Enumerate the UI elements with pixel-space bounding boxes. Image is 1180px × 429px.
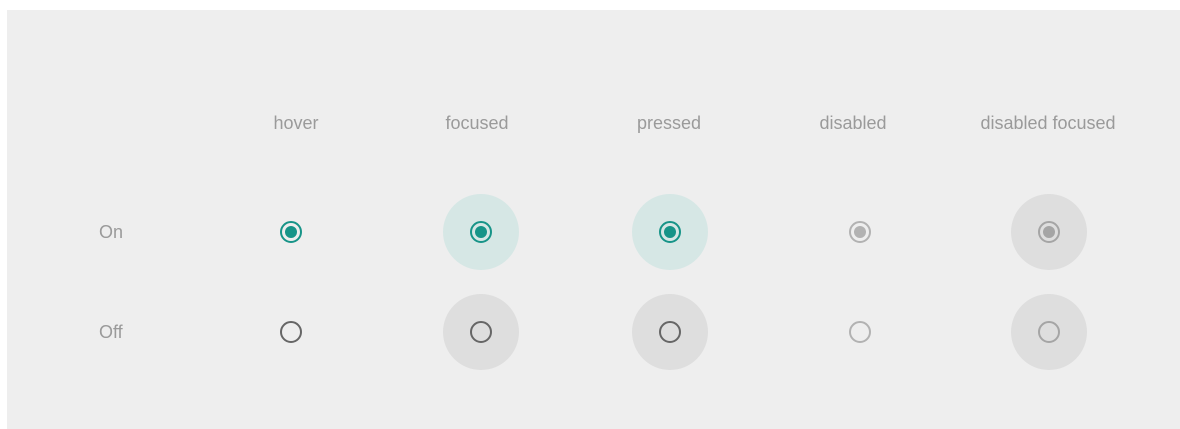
row-label-off: Off [99, 322, 123, 342]
row-label-on: On [99, 222, 124, 242]
radio-on-disabled [849, 221, 871, 243]
radio-on-hover[interactable] [280, 221, 302, 243]
column-header-focused: focused [445, 113, 509, 133]
radio-off-pressed[interactable] [659, 321, 681, 343]
radio-cell-on-focused [443, 194, 519, 270]
radio-cell-on-hover [253, 194, 329, 270]
radio-dot [664, 326, 676, 338]
radio-dot [1043, 226, 1055, 238]
radio-dot [854, 326, 866, 338]
radio-dot [285, 226, 297, 238]
radio-dot [664, 226, 676, 238]
radio-on-disabled-focused [1038, 221, 1060, 243]
radio-cell-on-pressed [632, 194, 708, 270]
radio-dot [475, 326, 487, 338]
column-header-pressed: pressed [636, 113, 702, 133]
column-header-disabled-focused: disabled focused [980, 113, 1116, 133]
radio-states-panel: hover focused pressed disabled disabled … [7, 10, 1180, 429]
radio-dot [854, 226, 866, 238]
radio-off-disabled [849, 321, 871, 343]
column-header-hover: hover [273, 113, 319, 133]
radio-dot [1043, 326, 1055, 338]
radio-on-pressed[interactable] [659, 221, 681, 243]
radio-cell-off-hover [253, 294, 329, 370]
radio-dot [285, 326, 297, 338]
radio-off-focused[interactable] [470, 321, 492, 343]
radio-off-hover[interactable] [280, 321, 302, 343]
radio-cell-on-disabled [822, 194, 898, 270]
radio-off-disabled-focused [1038, 321, 1060, 343]
radio-cell-off-focused [443, 294, 519, 370]
radio-cell-off-pressed [632, 294, 708, 370]
radio-dot [475, 226, 487, 238]
radio-cell-off-disabled [822, 294, 898, 370]
radio-on-focused[interactable] [470, 221, 492, 243]
radio-cell-on-disabled-focused [1011, 194, 1087, 270]
radio-cell-off-disabled-focused [1011, 294, 1087, 370]
column-header-disabled: disabled [819, 113, 887, 133]
